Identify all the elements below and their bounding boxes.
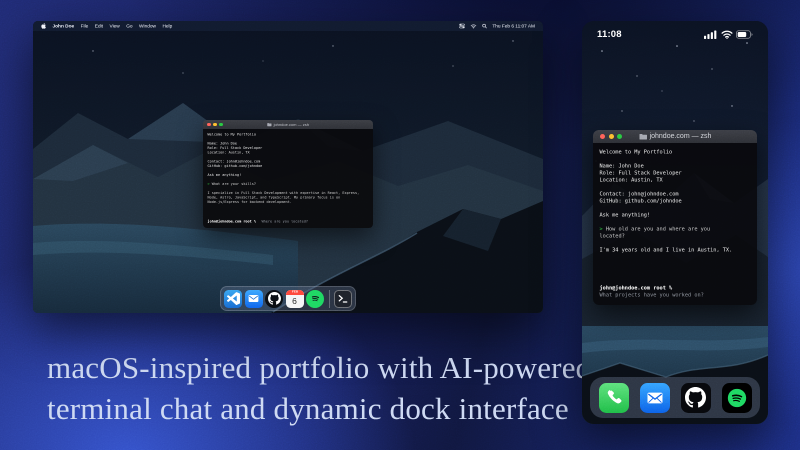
calendar-day: 6 <box>286 295 304 308</box>
typed-input[interactable]: Where are you located? <box>262 220 308 224</box>
dock-icon-vscode[interactable] <box>224 290 242 308</box>
iphone-dock <box>590 377 760 418</box>
wifi-icon[interactable] <box>470 24 476 29</box>
macos-desktop-screenshot: John Doe File Edit View Go Window Help <box>33 21 543 313</box>
phone-terminal-titlebar[interactable]: johndoe.com — zsh <box>593 130 757 143</box>
terminal-welcome-line: Welcome to My Portfolio <box>600 149 737 156</box>
dock-icon-github[interactable] <box>681 383 711 413</box>
menu-item-go[interactable]: Go <box>126 23 132 29</box>
iphone-status-bar: 11:08 <box>582 27 768 41</box>
vscode-icon <box>227 292 240 305</box>
caption-line-2: terminal chat and dynamic dock interface <box>47 388 607 429</box>
phone-terminal-title: johndoe.com — zsh <box>650 133 712 140</box>
terminal-answer-line: I'm 34 years old and I live in Austin, T… <box>600 247 737 254</box>
prompt-arrow: > <box>600 226 603 232</box>
phone-icon <box>604 388 623 407</box>
menu-item-file[interactable]: File <box>81 23 89 29</box>
terminal-question-line: > How old are you and where are you loca… <box>600 226 737 240</box>
battery-icon <box>736 30 753 39</box>
menu-app-name[interactable]: John Doe <box>53 23 75 29</box>
cellular-signal-icon <box>704 30 717 39</box>
terminal-github-line: GitHub: github.com/johndoe <box>600 198 737 205</box>
phone-terminal-window[interactable]: johndoe.com — zsh Welcome to My Portfoli… <box>593 130 757 305</box>
terminal-prompt-line[interactable]: john@johndoe.com root % Where are you lo… <box>208 220 363 225</box>
dock-icon-github[interactable] <box>265 290 283 308</box>
iphone-screenshot: 11:08 <box>582 21 768 424</box>
spotify-icon <box>309 292 322 305</box>
menu-item-view[interactable]: View <box>109 23 119 29</box>
menu-bar-clock[interactable]: Thu Feb 6 11:07 AM <box>492 23 535 29</box>
mail-icon <box>247 292 260 305</box>
mac-terminal-window[interactable]: johndoe.com — zsh Welcome to My Portfoli… <box>203 120 373 228</box>
mac-terminal-body[interactable]: Welcome to My Portfolio Name: John Doe R… <box>203 129 373 228</box>
promo-canvas: John Doe File Edit View Go Window Help <box>0 0 800 450</box>
dock-icon-spotify[interactable] <box>306 290 324 308</box>
dock-separator <box>329 290 330 308</box>
shell-prompt: john@johndoe.com root % <box>600 285 673 291</box>
control-center-icon[interactable] <box>459 24 465 29</box>
search-icon[interactable] <box>482 24 487 29</box>
macos-menu-bar: John Doe File Edit View Go Window Help <box>33 21 543 31</box>
mac-terminal-title: johndoe.com — zsh <box>274 122 309 127</box>
prompt-arrow: > <box>208 182 210 186</box>
mail-icon <box>645 388 665 408</box>
phone-terminal-body[interactable]: Welcome to My Portfolio Name: John Doe R… <box>593 143 757 305</box>
macos-dock: FEB 6 <box>220 286 356 311</box>
folder-icon <box>639 133 647 140</box>
menu-item-window[interactable]: Window <box>139 23 156 29</box>
apple-menu-icon[interactable] <box>41 23 46 29</box>
dock-icon-calendar[interactable]: FEB 6 <box>286 290 304 308</box>
spotify-icon <box>726 387 748 409</box>
github-icon <box>685 387 706 408</box>
wifi-icon <box>721 30 733 39</box>
folder-icon <box>267 123 272 127</box>
terminal-location-line: Location: Austin, TX <box>600 177 737 184</box>
dock-icon-terminal[interactable] <box>334 290 352 308</box>
terminal-contact-line: Contact: john@johndoe.com <box>600 191 737 198</box>
typed-input[interactable]: What projects have you worked on? <box>600 292 737 299</box>
promo-caption: macOS-inspired portfolio with AI-powered… <box>47 347 607 429</box>
terminal-role-line: Role: Full Stack Developer <box>600 170 737 177</box>
dock-icon-spotify[interactable] <box>722 383 752 413</box>
github-icon <box>268 292 281 305</box>
mac-terminal-titlebar[interactable]: johndoe.com — zsh <box>203 120 373 129</box>
menu-item-edit[interactable]: Edit <box>95 23 103 29</box>
terminal-ask-line: Ask me anything! <box>600 212 737 219</box>
menu-item-help[interactable]: Help <box>162 23 172 29</box>
caption-line-1: macOS-inspired portfolio with AI-powered <box>47 347 607 388</box>
status-time: 11:08 <box>597 29 622 40</box>
dock-icon-mail[interactable] <box>245 290 263 308</box>
terminal-answer-paragraph: I specialize in Full Stack Development w… <box>208 191 363 205</box>
terminal-prompt-line[interactable]: john@johndoe.com root % <box>600 285 737 292</box>
terminal-name-line: Name: John Doe <box>600 163 737 170</box>
dock-icon-mail[interactable] <box>640 383 670 413</box>
terminal-icon <box>337 293 349 305</box>
dock-icon-phone[interactable] <box>599 383 629 413</box>
shell-prompt: john@johndoe.com root % <box>208 220 256 224</box>
